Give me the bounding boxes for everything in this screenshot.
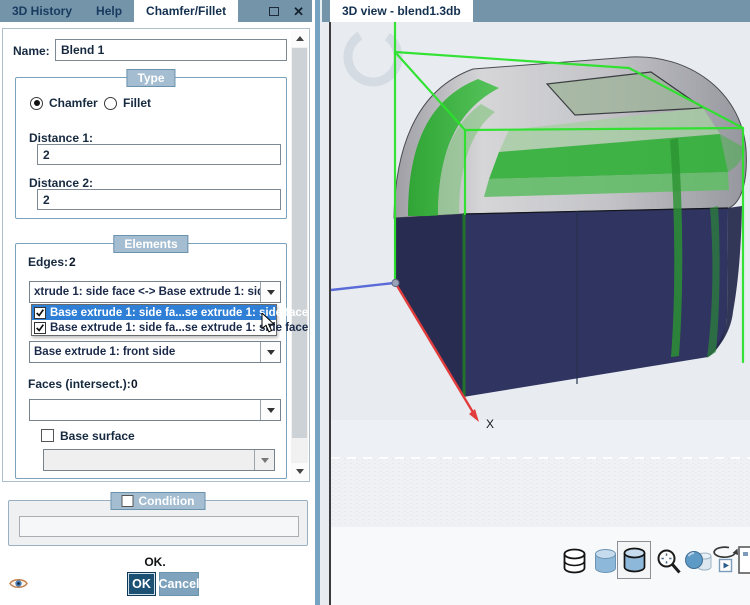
- panel-toggle-clipped-icon[interactable]: [738, 543, 750, 579]
- radio-fillet[interactable]: Fillet: [104, 96, 151, 110]
- dialog-scroll-area: Name: Type Chamfer Fillet Distance 1: Di…: [2, 28, 310, 482]
- radio-chamfer[interactable]: Chamfer: [30, 96, 98, 110]
- 3d-view-pane: 3D view - blend1.3db X: [322, 0, 750, 605]
- elements-group-legend: Elements: [113, 235, 189, 253]
- chevron-down-icon[interactable]: [260, 342, 280, 362]
- application-window: 3D History Help Chamfer/Fillet ✕ Name: T…: [0, 0, 750, 605]
- tab-chamfer-fillet[interactable]: Chamfer/Fillet: [134, 0, 239, 22]
- radio-selected-icon: [30, 96, 43, 110]
- chevron-down-icon[interactable]: [260, 400, 280, 420]
- x-axis-label: X: [486, 417, 494, 431]
- edges-label: Edges:: [28, 255, 69, 269]
- edges-count: 2: [69, 255, 76, 269]
- chevron-down-icon[interactable]: [260, 282, 280, 302]
- cancel-button[interactable]: Cancel: [159, 572, 200, 596]
- condition-input: [19, 516, 299, 537]
- base-surface-combobox: [43, 449, 275, 471]
- type-group: Type Chamfer Fillet Distance 1: Distance…: [15, 69, 287, 219]
- checkbox-checked-icon[interactable]: [34, 321, 46, 334]
- radio-unselected-icon: [104, 96, 117, 110]
- 3d-viewport[interactable]: X: [329, 22, 750, 605]
- tab-3d-history[interactable]: 3D History: [0, 0, 84, 22]
- edges-combobox[interactable]: xtrude 1: side face <-> Base extrude 1: …: [29, 281, 281, 303]
- panel-splitter[interactable]: [312, 0, 322, 605]
- base-surface-label: Base surface: [60, 429, 135, 443]
- condition-checkbox[interactable]: [121, 495, 134, 507]
- dialog-tabbar: 3D History Help Chamfer/Fillet ✕: [0, 0, 312, 22]
- distance2-input[interactable]: [37, 189, 281, 210]
- distance1-input[interactable]: [37, 144, 281, 165]
- scrollbar-thumb[interactable]: [292, 48, 307, 438]
- type-group-legend: Type: [126, 69, 176, 87]
- dropdown-item-2[interactable]: Base extrude 1: side fa...se extrude 1: …: [32, 320, 308, 335]
- shaded-edges-view-selected[interactable]: [617, 541, 651, 579]
- name-label: Name:: [13, 44, 50, 58]
- tab-help[interactable]: Help: [84, 0, 134, 22]
- tab-3d-view[interactable]: 3D view - blend1.3db: [330, 0, 473, 22]
- mouse-cursor: [261, 311, 276, 337]
- edges-dropdown-list: Base extrude 1: side fa...se extrude 1: …: [31, 304, 308, 336]
- faces-count: 0: [131, 377, 138, 391]
- transparency-view-icon[interactable]: [684, 548, 712, 579]
- ok-button[interactable]: OK: [127, 572, 156, 596]
- distance1-label: Distance 1:: [29, 131, 94, 145]
- checkbox-checked-icon[interactable]: [34, 306, 46, 319]
- close-icon[interactable]: ✕: [293, 5, 304, 18]
- front-side-combobox[interactable]: Base extrude 1: front side: [29, 341, 281, 363]
- dropdown-item-1[interactable]: Base extrude 1: side fa...se extrude 1: …: [32, 305, 308, 320]
- dialog-scrollbar[interactable]: [291, 30, 308, 480]
- scroll-up-icon[interactable]: [291, 30, 308, 47]
- wireframe-view-icon[interactable]: [561, 546, 588, 579]
- chamfer-fillet-dialog: Name: Type Chamfer Fillet Distance 1: Di…: [0, 22, 312, 605]
- maximize-icon[interactable]: [269, 6, 280, 16]
- shaded-edges-view-icon: [623, 547, 645, 573]
- status-text: OK.: [144, 555, 166, 569]
- eye-visibility-icon[interactable]: [9, 577, 28, 593]
- rotate-view-icon[interactable]: [712, 544, 739, 581]
- faces-label: Faces (intersect.):: [28, 377, 131, 391]
- chevron-down-icon: [254, 450, 274, 470]
- name-input[interactable]: [55, 39, 287, 61]
- axis-origin: [391, 278, 400, 288]
- shaded-view-icon[interactable]: [592, 546, 619, 579]
- scroll-down-icon[interactable]: [291, 463, 308, 480]
- zoom-magnifier-icon[interactable]: [656, 548, 682, 579]
- view-tabbar: 3D view - blend1.3db: [322, 0, 750, 22]
- faces-combobox[interactable]: [29, 399, 281, 421]
- condition-group-legend: Condition: [110, 492, 206, 510]
- distance2-label: Distance 2:: [29, 176, 94, 190]
- condition-group: Condition: [8, 492, 308, 546]
- base-surface-checkbox[interactable]: [41, 429, 54, 442]
